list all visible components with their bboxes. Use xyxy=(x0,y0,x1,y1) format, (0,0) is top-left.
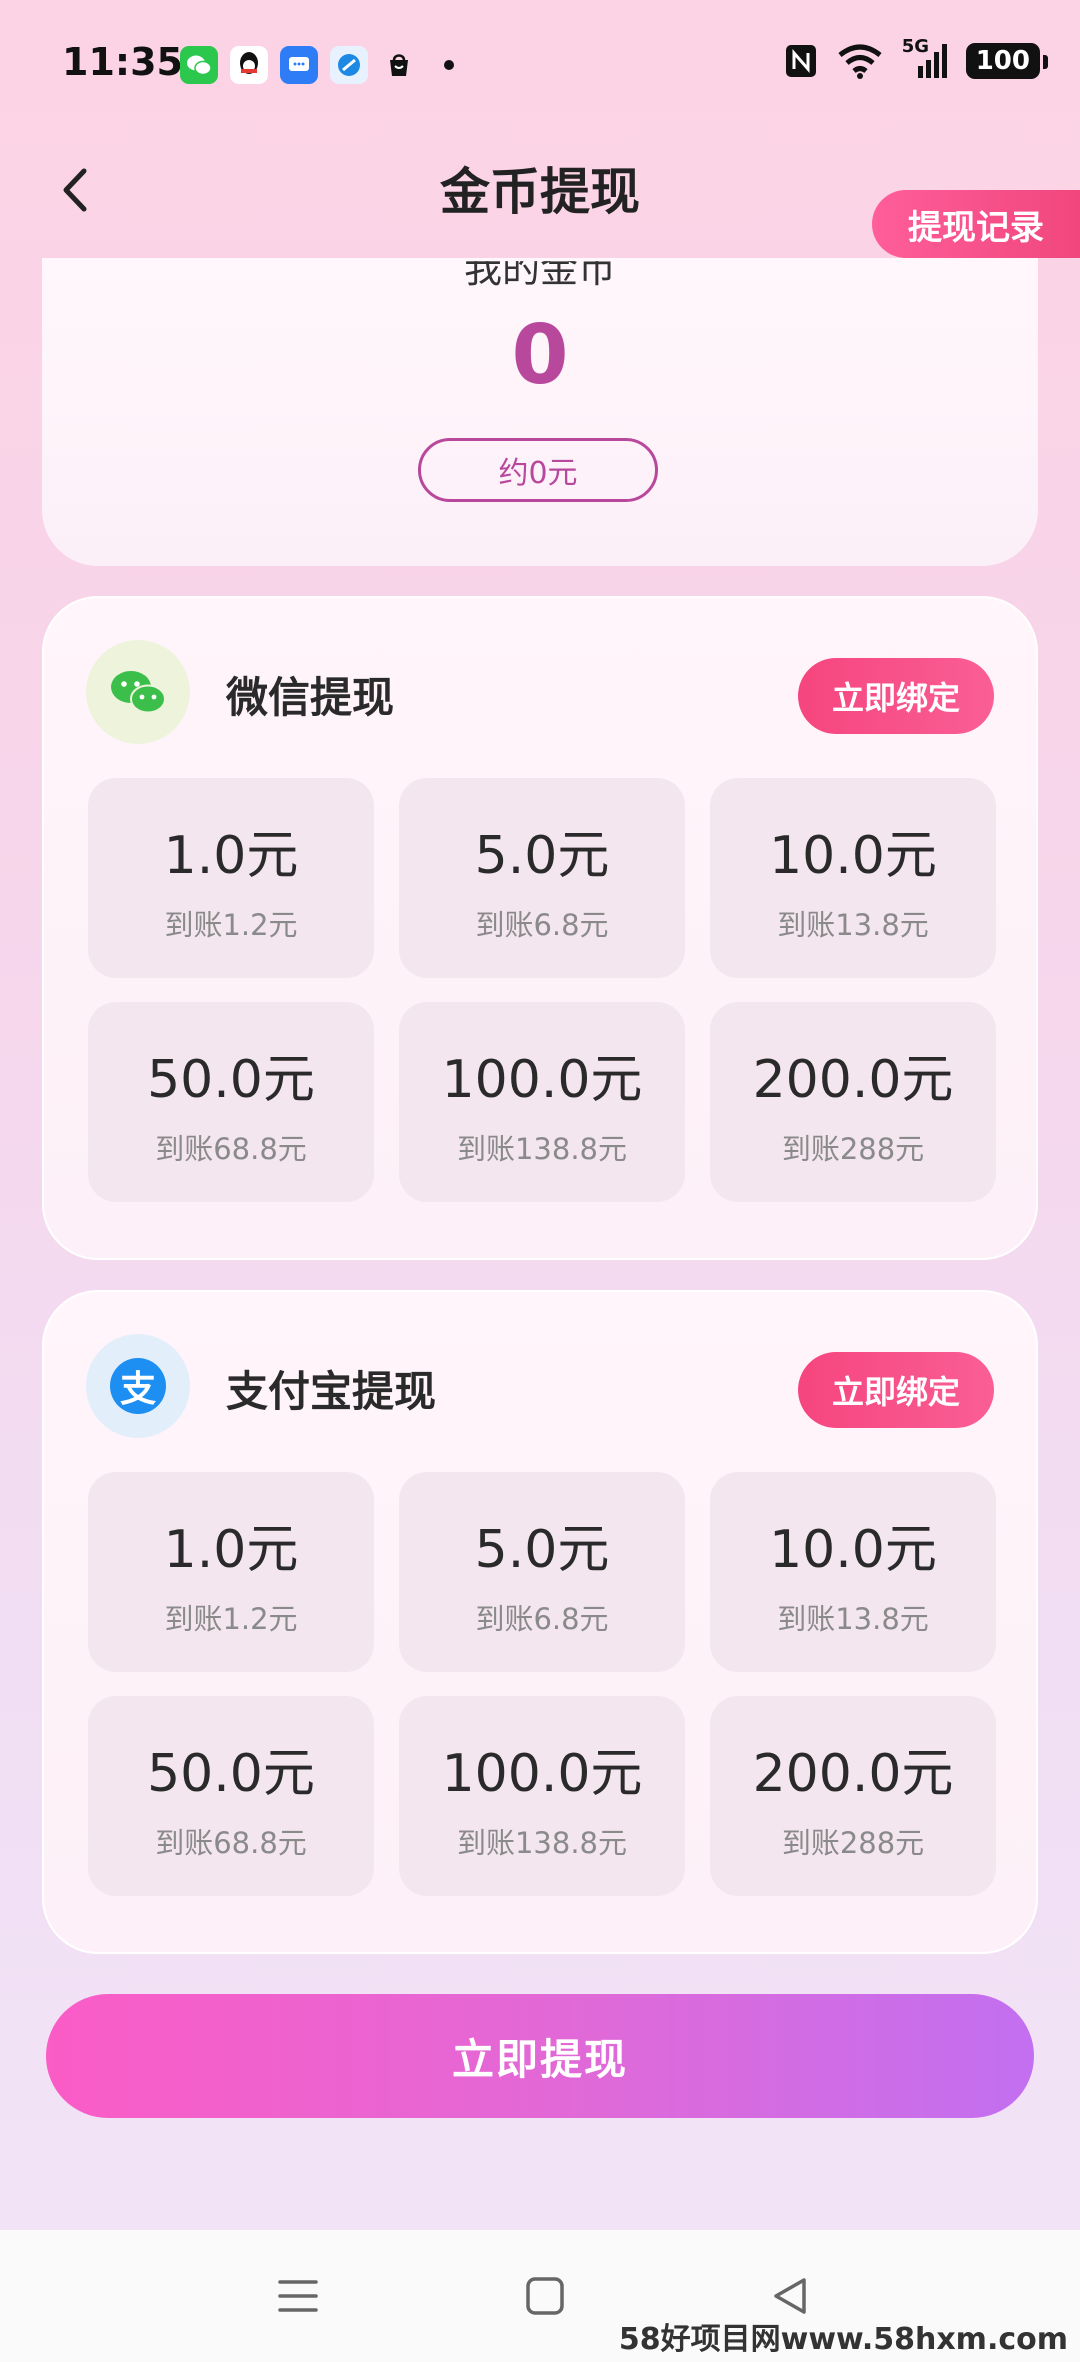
coin-balance-card: 我的金币 0 约0元 xyxy=(42,258,1038,566)
alipay-icon: 支 xyxy=(86,1334,190,1438)
wechat-amount-option[interactable]: 1.0元到账1.2元 xyxy=(88,778,374,978)
amount-value: 50.0元 xyxy=(147,1049,315,1110)
alipay-amount-option[interactable]: 50.0元到账68.8元 xyxy=(88,1696,374,1896)
alipay-amount-option[interactable]: 10.0元到账13.8元 xyxy=(710,1472,996,1672)
battery-indicator: 100 xyxy=(965,43,1049,79)
menu-icon xyxy=(278,2280,318,2312)
amount-value: 50.0元 xyxy=(147,1743,315,1804)
amount-value: 5.0元 xyxy=(474,1519,610,1580)
coin-approx-badge: 约0元 xyxy=(418,438,658,502)
receive-amount: 到账288元 xyxy=(781,1131,925,1166)
amount-value: 10.0元 xyxy=(769,1519,937,1580)
wifi-icon xyxy=(838,44,882,79)
receive-amount: 到账1.2元 xyxy=(164,907,298,942)
amount-value: 10.0元 xyxy=(769,825,937,886)
notification-icons xyxy=(180,46,454,84)
watermark-text: 58好项目网www.58hxm.com xyxy=(618,2322,1068,2357)
receive-amount: 到账1.2元 xyxy=(164,1601,298,1636)
status-bar: 11:35 5G 100 xyxy=(0,0,1080,130)
amount-value: 200.0元 xyxy=(752,1049,954,1110)
message-icon xyxy=(280,46,318,84)
receive-amount: 到账68.8元 xyxy=(155,1131,307,1166)
alipay-amount-option[interactable]: 1.0元到账1.2元 xyxy=(88,1472,374,1672)
wechat-amount-option[interactable]: 5.0元到账6.8元 xyxy=(399,778,685,978)
amount-value: 5.0元 xyxy=(474,825,610,886)
wechat-amount-option[interactable]: 10.0元到账13.8元 xyxy=(710,778,996,978)
amount-value: 100.0元 xyxy=(441,1743,643,1804)
receive-amount: 到账13.8元 xyxy=(777,1601,929,1636)
amount-value: 1.0元 xyxy=(163,825,299,886)
amount-value: 100.0元 xyxy=(441,1049,643,1110)
browser-icon xyxy=(330,46,368,84)
home-nav-button[interactable] xyxy=(517,2268,573,2324)
wechat-amount-option[interactable]: 100.0元到账138.8元 xyxy=(399,1002,685,1202)
withdraw-now-button[interactable]: 立即提现 xyxy=(46,1994,1034,2118)
withdraw-record-button[interactable]: 提现记录 xyxy=(872,190,1080,258)
menu-nav-button[interactable] xyxy=(270,2268,326,2324)
receive-amount: 到账68.8元 xyxy=(155,1825,307,1860)
wechat-withdraw-title: 微信提现 xyxy=(226,673,395,722)
receive-amount: 到账6.8元 xyxy=(475,1601,609,1636)
signal-icon: 5G xyxy=(902,36,948,80)
receive-amount: 到账288元 xyxy=(781,1825,925,1860)
alipay-icon-glyph: 支 xyxy=(110,1358,166,1414)
wechat-amount-option[interactable]: 50.0元到账68.8元 xyxy=(88,1002,374,1202)
wechat-amount-option[interactable]: 200.0元到账288元 xyxy=(710,1002,996,1202)
receive-amount: 到账138.8元 xyxy=(456,1131,628,1166)
nfc-icon xyxy=(785,45,816,77)
amount-value: 1.0元 xyxy=(163,1519,299,1580)
shopping-bag-icon xyxy=(380,46,418,84)
wechat-icon xyxy=(180,46,218,84)
coin-value: 0 xyxy=(511,308,569,403)
receive-amount: 到账13.8元 xyxy=(777,907,929,942)
amount-value: 200.0元 xyxy=(752,1743,954,1804)
alipay-withdraw-title: 支付宝提现 xyxy=(226,1367,437,1416)
wechat-icon xyxy=(86,640,190,744)
alipay-withdraw-card: 支 支付宝提现 立即绑定 1.0元到账1.2元 5.0元到账6.8元 10.0元… xyxy=(42,1290,1038,1954)
receive-amount: 到账6.8元 xyxy=(475,907,609,942)
qq-icon xyxy=(230,46,268,84)
home-square-icon xyxy=(526,2277,564,2315)
alipay-amount-option[interactable]: 100.0元到账138.8元 xyxy=(399,1696,685,1896)
alipay-bind-button[interactable]: 立即绑定 xyxy=(798,1352,994,1428)
system-indicators: 5G 100 xyxy=(784,36,1049,80)
status-time: 11:35 xyxy=(62,40,183,84)
system-nav-bar: 58好项目网www.58hxm.com xyxy=(0,2230,1080,2362)
wechat-amount-grid: 1.0元到账1.2元 5.0元到账6.8元 10.0元到账13.8元 50.0元… xyxy=(88,778,996,1202)
more-notifications-dot xyxy=(444,60,454,70)
receive-amount: 到账138.8元 xyxy=(456,1825,628,1860)
triangle-back-icon xyxy=(774,2278,806,2314)
wechat-bind-button[interactable]: 立即绑定 xyxy=(798,658,994,734)
wechat-withdraw-card: 微信提现 立即绑定 1.0元到账1.2元 5.0元到账6.8元 10.0元到账1… xyxy=(42,596,1038,1260)
alipay-amount-grid: 1.0元到账1.2元 5.0元到账6.8元 10.0元到账13.8元 50.0元… xyxy=(88,1472,996,1896)
alipay-amount-option[interactable]: 200.0元到账288元 xyxy=(710,1696,996,1896)
alipay-amount-option[interactable]: 5.0元到账6.8元 xyxy=(399,1472,685,1672)
